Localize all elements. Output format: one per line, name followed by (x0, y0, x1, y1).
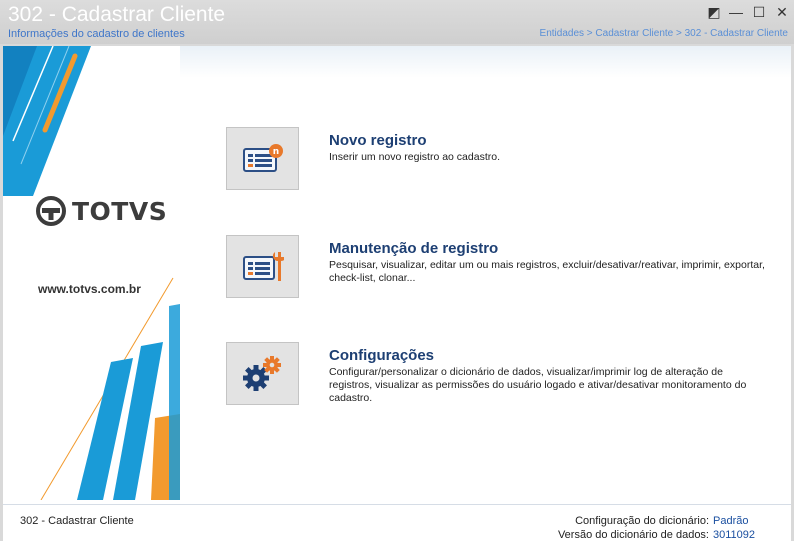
main-content: TOTVS www.totvs.com.br n Novo registro I… (3, 46, 791, 541)
close-icon[interactable]: ✕ (774, 4, 790, 20)
svg-text:n: n (272, 147, 278, 157)
config-label: Configuração do dicionário: (575, 515, 709, 527)
version-label: Versão do dicionário de dados: (557, 529, 709, 541)
settings-button[interactable] (226, 342, 299, 405)
maximize-icon[interactable]: ☐ (751, 4, 767, 20)
logo-text: TOTVS (72, 196, 168, 226)
status-footer: 302 - Cadastrar Cliente Configuração do … (3, 504, 791, 541)
config-value[interactable]: Padrão (713, 515, 757, 527)
new-record-title[interactable]: Novo registro (329, 132, 427, 149)
maintenance-icon (242, 251, 284, 281)
settings-title[interactable]: Configurações (329, 347, 434, 364)
brand-panel: TOTVS www.totvs.com.br (3, 46, 180, 500)
footer-version-row: Versão do dicionário de dados: 3011092 (558, 529, 757, 541)
restore-icon[interactable]: ◩ (706, 4, 722, 20)
website-link[interactable]: www.totvs.com.br (38, 282, 141, 296)
footer-config-row: Configuração do dicionário: Padrão (575, 515, 757, 527)
totvs-logo: TOTVS (36, 196, 167, 226)
version-value: 3011092 (713, 529, 756, 541)
settings-gears-icon (242, 355, 281, 391)
maintenance-description: Pesquisar, visualizar, editar um ou mais… (329, 259, 765, 284)
window-title: 302 - Cadastrar Cliente (8, 3, 226, 26)
maintenance-button[interactable] (226, 235, 299, 298)
minimize-icon[interactable]: — (728, 4, 744, 20)
title-bar: 302 - Cadastrar Cliente Informações do c… (0, 0, 794, 44)
settings-description: Configurar/personalizar o dicionário de … (329, 366, 747, 404)
brand-decoration (3, 46, 180, 500)
new-record-description: Inserir um novo registro ao cadastro. (329, 151, 500, 163)
breadcrumb[interactable]: Entidades > Cadastrar Cliente > 302 - Ca… (540, 28, 788, 39)
blue-bar-3 (169, 304, 180, 500)
footer-form-name: 302 - Cadastrar Cliente (20, 515, 134, 527)
maintenance-title[interactable]: Manutenção de registro (329, 240, 498, 257)
new-record-button[interactable]: n (226, 127, 299, 190)
window-subtitle: Informações do cadastro de clientes (8, 28, 185, 40)
totvs-logo-icon (36, 196, 66, 226)
header-strip (180, 46, 791, 78)
new-record-icon: n (242, 143, 283, 172)
